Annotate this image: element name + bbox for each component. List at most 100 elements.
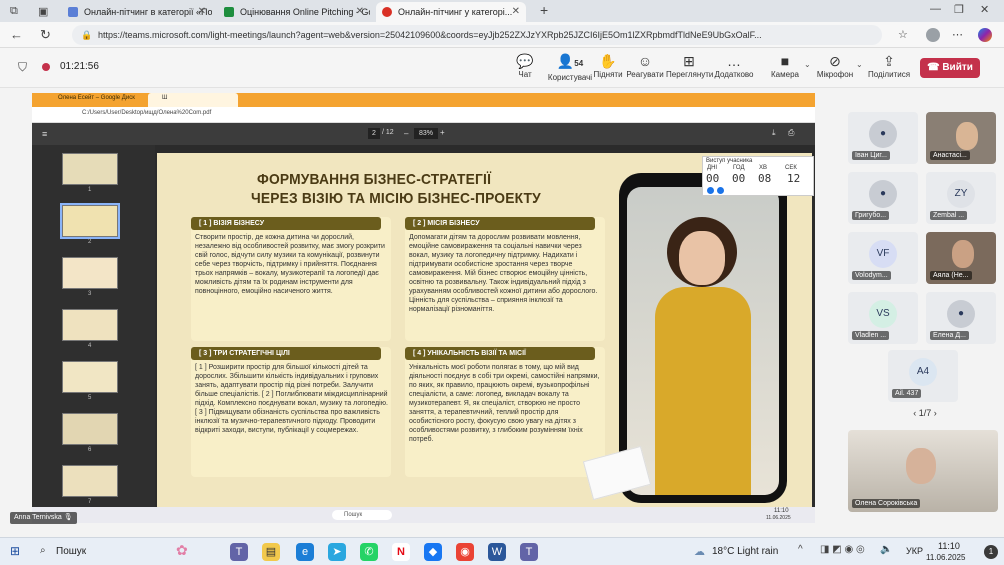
close-icon[interactable]: ✕ [356, 2, 364, 22]
telegram-icon[interactable]: ➤ [328, 543, 346, 561]
close-icon[interactable]: ✕ [512, 2, 520, 22]
browser-tab-3[interactable]: Онлайн-пітчинг у категорі... ✕ [376, 2, 526, 22]
pdf-thumbnail [60, 203, 120, 239]
workspaces-icon[interactable]: ⧉ [10, 5, 18, 18]
netflix-icon[interactable]: N [392, 543, 410, 561]
shared-date: 11.06.2025 [766, 515, 791, 521]
participants-pager: ‹ 1/7 › [900, 408, 950, 418]
flamingo-widget-icon[interactable]: ✿ [176, 542, 188, 559]
participant-tile[interactable]: VS Vladlen ... [848, 292, 918, 344]
tab-label: Онлайн-пітчинг в категорії «По... [84, 7, 212, 17]
pdf-download-icon: ⤓ [772, 128, 776, 137]
pager-next-icon[interactable]: › [931, 408, 937, 418]
view-button[interactable]: ⊞ Переглянути [666, 52, 714, 79]
language-indicator[interactable]: УКР [906, 546, 923, 556]
camera-button[interactable]: ■ Камера [762, 52, 808, 79]
windows-start-icon[interactable]: ⊞ [10, 544, 20, 558]
camera-options-icon[interactable]: ⌄ [804, 60, 811, 69]
notification-icon[interactable]: 1 [984, 545, 998, 559]
new-tab-icon[interactable]: + [540, 2, 548, 18]
weather-icon: ☁ [694, 546, 705, 558]
thumb-number: 6 [88, 447, 92, 453]
thumb-number: 3 [88, 291, 92, 297]
participant-video-tile[interactable]: Аяла (Не... [926, 232, 996, 284]
windows-taskbar: ⊞ ⌕ Пошук ✿ T ▤ e ➤ ✆ N ◆ ◉ W T ☁ 18°C L… [0, 537, 1004, 565]
participant-tile[interactable]: VF Volodym... [848, 232, 918, 284]
file-explorer-icon[interactable]: ▤ [262, 543, 280, 561]
self-view-tile[interactable]: Олена Сороківська [848, 430, 998, 512]
taskbar-search[interactable]: Пошук [56, 546, 86, 557]
speaker-icon[interactable]: 🔈 [880, 544, 892, 555]
close-icon[interactable]: ✕ [198, 2, 206, 22]
search-icon[interactable]: ⌕ [40, 545, 46, 556]
participant-tile[interactable]: ZY Zembal ... [926, 172, 996, 224]
taskbar-time[interactable]: 11:10 [938, 541, 960, 551]
browser-tab-strip: ⧉ ▣ Онлайн-пітчинг в категорії «По... ✕ … [0, 0, 1004, 22]
react-button[interactable]: ☺ Реагувати [622, 52, 668, 79]
microphone-button[interactable]: ⊘ Мікрофон [812, 52, 858, 79]
mic-options-icon[interactable]: ⌄ [856, 60, 863, 69]
whatsapp-icon[interactable]: ✆ [360, 543, 378, 561]
participant-tile[interactable]: A4 Ail. 437 [888, 350, 958, 402]
back-icon[interactable]: ← [10, 26, 23, 44]
person-face-shape [956, 122, 978, 150]
pdf-zoom-field: 83% [414, 128, 438, 139]
participant-tile[interactable]: ● Григубо... [848, 172, 918, 224]
pdf-thumbnail [62, 153, 118, 185]
initials-avatar: ZY [947, 180, 975, 208]
goals-section: [ 3 ] ТРИ СТРАТЕГІЧНІ ЦІЛІ [ 1 ] Розшири… [191, 347, 391, 477]
chat-button[interactable]: 💬 Чат [502, 52, 548, 79]
taskbar-date[interactable]: 11.06.2025 [926, 553, 965, 562]
more-label: Додатково [714, 70, 754, 79]
menu-icon[interactable]: ⋯ [952, 26, 963, 44]
microphone-label: Мікрофон [816, 70, 854, 79]
section-text: Створити простір, де кожна дитина чи дор… [195, 234, 385, 295]
shared-tab-2: Ш [148, 93, 238, 107]
pager-text: 1/7 [918, 408, 932, 418]
pdf-page-field: 2 [368, 128, 380, 139]
tray-expand-icon[interactable]: ^ [798, 544, 803, 555]
reload-icon[interactable]: ↻ [40, 26, 51, 44]
copilot-icon[interactable] [978, 28, 992, 42]
timer-label-minutes: ХВ [759, 165, 768, 171]
view-label: Переглянути [666, 70, 714, 79]
teams-icon[interactable]: T [230, 543, 248, 561]
pdf-thumbnail [62, 413, 118, 445]
profile-avatar[interactable] [926, 28, 940, 42]
dropbox-icon[interactable]: ◆ [424, 543, 442, 561]
participant-name: Елена Д... [930, 331, 969, 340]
more-button[interactable]: … Додатково [711, 52, 757, 79]
section-heading: [ 1 ] ВІЗІЯ БІЗНЕСУ [191, 217, 381, 230]
edge-icon[interactable]: e [296, 543, 314, 561]
timer-hours: 00 [732, 172, 746, 185]
url-field[interactable]: 🔒 https://teams.microsoft.com/light-meet… [72, 25, 882, 45]
timer-label-days: ДНІ [707, 165, 718, 171]
participant-name: Zembal ... [930, 211, 968, 220]
teams-work-icon[interactable]: T [520, 543, 538, 561]
section-text: Унікальність моєї роботи полягає в тому,… [409, 364, 600, 443]
url-text: https://teams.microsoft.com/light-meetin… [98, 30, 762, 40]
participant-tile[interactable]: ● Елена Д... [926, 292, 996, 344]
extensions-icon[interactable]: ☆ [898, 26, 908, 44]
face-shape [679, 231, 725, 285]
maximize-icon[interactable]: ❐ [954, 3, 964, 16]
tab-actions-icon[interactable]: ▣ [38, 5, 48, 18]
browser-tab-2[interactable]: Оцінювання Online Pitching - Go... ✕ [218, 2, 370, 22]
more-icon: … [727, 53, 741, 69]
leave-label: Вийти [942, 62, 973, 73]
participant-tile[interactable]: ● Іван Циг... [848, 112, 918, 164]
slide-title-line-2: ЧЕРЕЗ ВІЗІЮ ТА МІСІЮ БІЗНЕС-ПРОЕКТУ [251, 190, 541, 207]
timer-label-seconds: СЕК [785, 165, 797, 171]
browser-tab-1[interactable]: Онлайн-пітчинг в категорії «По... ✕ [62, 2, 212, 22]
weather-text[interactable]: 18°C Light rain [712, 546, 778, 557]
participant-video-tile[interactable]: Анастасі... [926, 112, 996, 164]
share-button[interactable]: ⇪ Поділитися [866, 52, 912, 79]
word-icon[interactable]: W [488, 543, 506, 561]
leave-button[interactable]: ☎ Вийти [920, 58, 980, 78]
yellow-suit-shape [655, 287, 751, 495]
tray-app-icons[interactable]: ◨ ◩ ◉ ◎ [820, 544, 865, 555]
minimize-icon[interactable]: — [930, 3, 941, 15]
chrome-icon[interactable]: ◉ [456, 543, 474, 561]
window-close-icon[interactable]: ✕ [980, 3, 989, 16]
shared-screen-stage: Олена Есейт – Google Диск Ш C:/Users/Use… [0, 88, 840, 530]
